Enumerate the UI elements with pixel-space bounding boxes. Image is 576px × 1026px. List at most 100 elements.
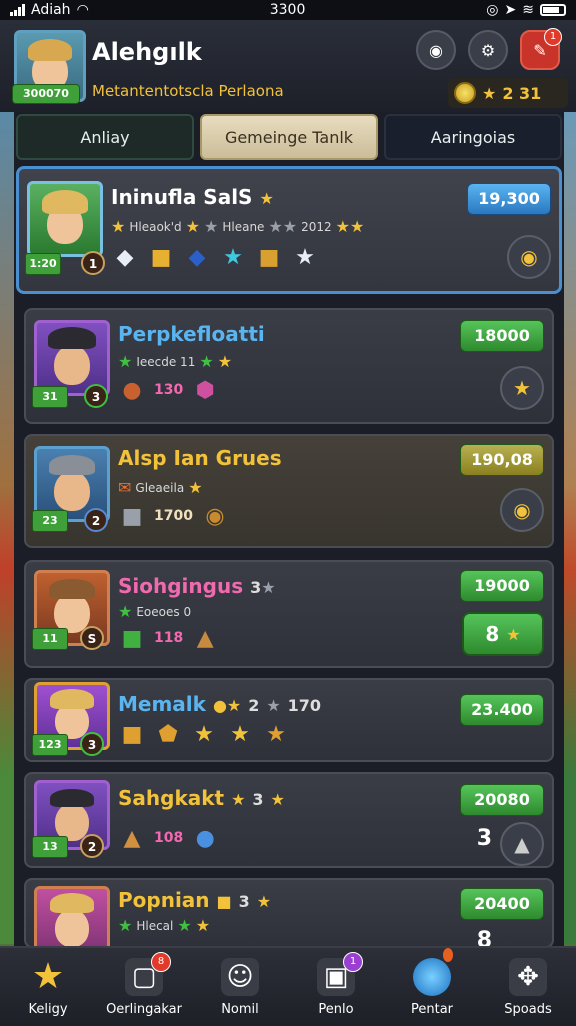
chat-icon: ▣ 1 [317,951,363,996]
card-name: Sahgkakt ★ 3 ★ [118,786,285,810]
location-icon: ➤ [504,2,517,18]
star-icon: ★ [266,721,286,747]
card-sub-text: Hleaok'd [129,219,182,234]
score-badge: 19000 [460,570,544,602]
star-icon: ★ [270,790,285,809]
nav-label: Keligy [28,1001,68,1017]
action-button[interactable]: ★ [500,366,544,410]
score-badge: 190,08 [460,444,544,476]
star-icon: ★ [194,721,214,747]
mail-icon: ✉ [118,478,132,497]
currency-display: ★ 2 31 [448,78,568,108]
bronze-coin-icon: ◉ [205,503,225,529]
white-gem-icon: ◆ [116,244,134,270]
action-button[interactable]: ◉ [507,235,551,279]
card-rank: 3 [80,732,104,756]
orb-icon: ● [195,825,215,851]
card-level: 11 [32,628,68,650]
target-icon: ◉ [520,245,538,269]
boot-icon: ▲ [196,625,214,651]
list-item[interactable]: 123 3 Memalk ●★ 2 ★ 170 ■ ⬟ ★ ★ ★ 23.400 [24,678,554,762]
star-icon: ★★ [268,217,298,236]
boot-icon: ▲ [123,825,141,851]
star-icon: ★ [261,578,276,597]
star-icon: ★ [230,721,250,747]
star-icon: ★ [231,790,246,809]
tab-anliay[interactable]: Anliay [16,114,194,160]
score-badge: 20080 [460,784,544,816]
pink-gem-icon: ⬢ [195,377,215,403]
nav-label: Penlo [318,1001,354,1017]
star-icon: ★ [199,352,214,371]
coin-icon: ●★ [212,696,242,715]
nav-oerlingakar[interactable]: ▢ 8 Oerlingakar [96,948,192,1026]
card-subline: ★ Ieecde 11 ★ ★ [118,352,232,371]
green-chest-icon: ■ [121,625,143,651]
action-label: 8 [485,622,500,646]
action-count: 8 [476,928,492,948]
white-star-icon: ★ [295,244,315,270]
card-level: 123 [32,734,68,756]
list-item[interactable]: 13 2 Sahgkakt ★ 3 ★ ▲ 108 ● 20080 3 ▲ [24,772,554,868]
vibrate-icon: ≋ [522,2,534,18]
card-name-text: Ininufla SalS [111,185,253,209]
nav-spoads[interactable]: ✥ Spoads [480,948,576,1026]
battery-icon [539,4,566,16]
chest-icon: ■ [216,892,232,911]
currency-value: 2 31 [502,83,542,103]
card-items: ■ 1700 ◉ [118,502,229,530]
card-sub-text: 2012 [301,219,332,234]
card-name-text: Sahgkakt [118,786,225,810]
nav-badge: 8 [151,951,171,972]
action-button[interactable]: ◉ [500,488,544,532]
item-count: 130 [154,382,184,398]
list-item[interactable]: Popnian ■ 3 ★ ★ Hlecal ★ ★ 20400 8 [24,878,554,948]
card-level: 31 [32,386,68,408]
cyan-star-icon: ★ [223,244,243,270]
rocket-icon: ▲ [514,832,530,856]
nav-label: Pentar [410,1001,454,1017]
gold-chest-icon: ■ [121,721,143,747]
tab-aaringoias[interactable]: Aaringoias [384,114,562,160]
star-icon: ★ [266,696,281,715]
card-name: Siohgingus 3★ [118,574,276,598]
nav-penlo[interactable]: ▣ 1 Penlo [288,948,384,1026]
nav-nomil[interactable]: ☺ Nomil [192,948,288,1026]
list-item[interactable]: 11 S Siohgingus 3★ ★ Eoeoes 0 ■ 118 ▲ 190… [24,560,554,668]
settings-button[interactable]: ⚙ [468,30,508,70]
action-button[interactable]: ▲ [500,822,544,866]
tab-gemeinge-tanlk[interactable]: Gemeinge Tanlk [200,114,378,160]
nav-pentar[interactable]: Pentar [384,947,480,1026]
nav-badge: 1 [343,951,363,972]
notifications-button[interactable]: ✎ 1 [520,28,562,70]
list-item[interactable]: 1:20 1 Ininufla SalS ★ ★ Hleaok'd ★ ★ Hlea… [16,166,562,294]
camera-button[interactable]: ◉ [416,30,456,70]
silver-chest-icon: ■ [121,503,143,529]
list-item[interactable]: 31 3 Perpkefloatti ★ Ieecde 11 ★ ★ ● 130 ⬢… [24,308,554,424]
status-bar: Adiah ◠ 3300 ◎ ➤ ≋ [0,0,576,20]
player-level-badge: 300070 [12,84,80,104]
player-name: Alehgılk [92,38,202,66]
action-button[interactable]: 8 ★ [462,612,544,656]
nav-keligy[interactable]: ★ Keligy [0,948,96,1026]
card-name-suffix: 3 [252,790,264,809]
card-subline: ✉ Gleaeila ★ [118,478,203,497]
coin-icon [454,82,476,104]
star-icon: ★ [195,916,211,935]
card-rank: 2 [84,508,108,532]
card-name: Perpkefloatti [118,322,265,346]
tab-bar: Anliay Gemeinge Tanlk Aaringoias [16,114,562,160]
card-rank: 2 [80,834,104,858]
list-item[interactable]: 23 2 Alsp Ian Grues ✉ Gleaeila ★ ■ 1700 ◉… [24,434,554,548]
card-rank: 1 [81,251,105,275]
card-avatar [34,886,110,946]
gamepad-icon: ✥ [509,957,547,996]
card-items: ● 130 ⬢ [118,376,219,404]
card-name: Alsp Ian Grues [118,446,282,470]
card-items: ◆ ■ ◆ ★ ■ ★ [111,243,319,271]
action-count: 3 [476,826,492,851]
card-items: ■ 118 ▲ [118,624,219,652]
nav-label: Nomil [221,1001,259,1017]
orb-icon [413,947,453,996]
star-icon: ★ [111,217,126,236]
